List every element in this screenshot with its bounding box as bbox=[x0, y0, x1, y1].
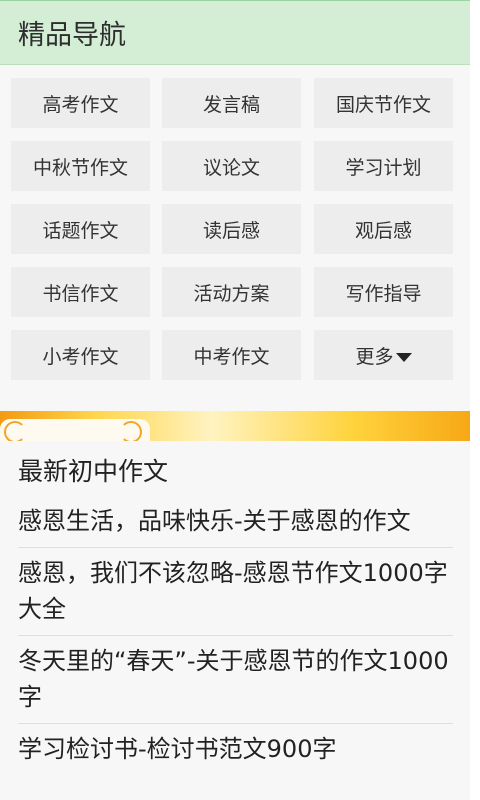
more-button[interactable]: 更多 bbox=[314, 330, 453, 380]
page: 精品导航 高考作文 发言稿 国庆节作文 中秋节作文 议论文 学习计划 话题作文 … bbox=[0, 0, 480, 800]
category-study-plan[interactable]: 学习计划 bbox=[314, 141, 453, 191]
article-item[interactable]: 冬天里的“春天”-关于感恩节的作文1000字 bbox=[18, 636, 453, 724]
section-title: 最新初中作文 bbox=[18, 457, 169, 486]
category-writing-guide[interactable]: 写作指导 bbox=[314, 267, 453, 317]
decorative-banner bbox=[0, 411, 470, 441]
page-title: 精品导航 bbox=[18, 20, 126, 51]
category-speech[interactable]: 发言稿 bbox=[162, 78, 301, 128]
category-mid-autumn[interactable]: 中秋节作文 bbox=[11, 141, 150, 191]
header-bar: 精品导航 bbox=[0, 0, 470, 65]
more-label: 更多 bbox=[355, 345, 394, 368]
banner-swirl-ornament bbox=[0, 419, 150, 441]
category-reading-reflection[interactable]: 读后感 bbox=[162, 204, 301, 254]
category-xiaokao[interactable]: 小考作文 bbox=[11, 330, 150, 380]
category-national-day[interactable]: 国庆节作文 bbox=[314, 78, 453, 128]
category-argumentative[interactable]: 议论文 bbox=[162, 141, 301, 191]
article-item[interactable]: 感恩生活，品味快乐-关于感恩的作文 bbox=[18, 496, 453, 548]
article-item[interactable]: 学习检讨书-检讨书范文900字 bbox=[18, 724, 453, 775]
content-area: 精品导航 高考作文 发言稿 国庆节作文 中秋节作文 议论文 学习计划 话题作文 … bbox=[0, 0, 470, 800]
caret-down-icon bbox=[395, 352, 412, 362]
category-activity-plan[interactable]: 活动方案 bbox=[162, 267, 301, 317]
category-letter[interactable]: 书信作文 bbox=[11, 267, 150, 317]
category-grid: 高考作文 发言稿 国庆节作文 中秋节作文 议论文 学习计划 话题作文 读后感 观… bbox=[0, 65, 470, 410]
category-zhongkao[interactable]: 中考作文 bbox=[162, 330, 301, 380]
article-list: 感恩生活，品味快乐-关于感恩的作文 感恩，我们不该忽略-感恩节作文1000字大全… bbox=[0, 496, 470, 775]
category-viewing-reflection[interactable]: 观后感 bbox=[314, 204, 453, 254]
category-topic[interactable]: 话题作文 bbox=[11, 204, 150, 254]
category-gaokao[interactable]: 高考作文 bbox=[11, 78, 150, 128]
article-item[interactable]: 感恩，我们不该忽略-感恩节作文1000字大全 bbox=[18, 548, 453, 636]
